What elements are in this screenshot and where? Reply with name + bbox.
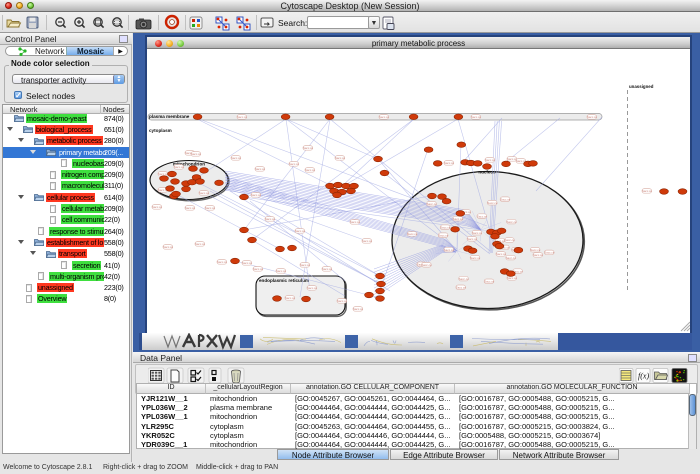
svg-text:Sacc.ce: Sacc.ce bbox=[353, 307, 363, 311]
svg-text:Sacc.ce: Sacc.ce bbox=[507, 220, 517, 224]
svg-text:Sacc.ce: Sacc.ce bbox=[533, 253, 543, 257]
svg-text:Sacc.ce: Sacc.ce bbox=[440, 225, 450, 229]
svg-text:f(x): f(x) bbox=[638, 372, 649, 381]
svg-text:Sacc.ce: Sacc.ce bbox=[295, 229, 305, 233]
svg-text:Sacc.ce: Sacc.ce bbox=[456, 286, 466, 290]
svg-text:Sacc.ce: Sacc.ce bbox=[305, 168, 315, 172]
svg-text:endoplasmic reticulum: endoplasmic reticulum bbox=[259, 278, 309, 283]
svg-text:Sacc.ce: Sacc.ce bbox=[195, 242, 205, 246]
svg-text:Sacc.ce: Sacc.ce bbox=[276, 269, 286, 273]
svg-text:Sacc.ce: Sacc.ce bbox=[152, 205, 162, 209]
svg-text:Sacc.ce: Sacc.ce bbox=[427, 202, 437, 206]
svg-text:Sacc.ce: Sacc.ce bbox=[185, 206, 195, 210]
svg-text:Sacc.ce: Sacc.ce bbox=[505, 238, 515, 242]
svg-text:Sacc.ce: Sacc.ce bbox=[191, 152, 201, 156]
svg-text:cytoplasm: cytoplasm bbox=[149, 128, 172, 133]
svg-text:Sacc.ce: Sacc.ce bbox=[407, 232, 417, 236]
svg-text:Sacc.ce: Sacc.ce bbox=[507, 276, 517, 280]
svg-text:Sacc.ce: Sacc.ce bbox=[300, 263, 310, 267]
svg-text:Sacc.ce: Sacc.ce bbox=[217, 260, 227, 264]
svg-text:Sacc.ce: Sacc.ce bbox=[335, 156, 345, 160]
svg-text:Sacc.ce: Sacc.ce bbox=[289, 162, 299, 166]
svg-text:Sacc.ce: Sacc.ce bbox=[303, 146, 313, 150]
svg-text:Sacc.ce: Sacc.ce bbox=[471, 115, 481, 119]
svg-text:Sacc.ce: Sacc.ce bbox=[205, 206, 215, 210]
svg-text:Sacc.ce: Sacc.ce bbox=[506, 256, 516, 260]
svg-text:Sacc.ce: Sacc.ce bbox=[438, 233, 448, 237]
svg-text:Sacc.ce: Sacc.ce bbox=[642, 189, 652, 193]
svg-text:Sacc.ce: Sacc.ce bbox=[487, 201, 497, 205]
svg-text:Sacc.ce: Sacc.ce bbox=[242, 261, 252, 265]
svg-text:Sacc.ce: Sacc.ce bbox=[472, 231, 482, 235]
svg-text:Sacc.ce: Sacc.ce bbox=[459, 277, 469, 281]
svg-text:Sacc.ce: Sacc.ce bbox=[444, 161, 454, 165]
svg-text:unassigned: unassigned bbox=[629, 84, 654, 89]
svg-text:Sacc.ce: Sacc.ce bbox=[163, 245, 173, 249]
svg-text:Sacc.ce: Sacc.ce bbox=[322, 267, 332, 271]
svg-text:Sacc.ce: Sacc.ce bbox=[496, 252, 506, 256]
svg-text:Sacc.ce: Sacc.ce bbox=[231, 156, 241, 160]
svg-text:Sacc.ce: Sacc.ce bbox=[337, 299, 347, 303]
svg-text:Sacc.ce: Sacc.ce bbox=[255, 167, 265, 171]
svg-text:Sacc.ce: Sacc.ce bbox=[422, 263, 432, 267]
svg-text:Sacc.ce: Sacc.ce bbox=[485, 158, 495, 162]
svg-text:Sacc.ce: Sacc.ce bbox=[477, 214, 487, 218]
svg-text:Sacc.ce: Sacc.ce bbox=[253, 267, 263, 271]
svg-text:Sacc.ce: Sacc.ce bbox=[467, 237, 477, 241]
svg-text:Sacc.ce: Sacc.ce bbox=[237, 115, 247, 119]
svg-text:Sacc.ce: Sacc.ce bbox=[199, 191, 209, 195]
svg-text:Sacc.ce: Sacc.ce bbox=[265, 217, 275, 221]
svg-text:Sacc.ce: Sacc.ce bbox=[544, 251, 554, 255]
svg-text:Sacc.ce: Sacc.ce bbox=[362, 239, 372, 243]
svg-text:Sacc.ce: Sacc.ce bbox=[500, 197, 510, 201]
svg-text:Sacc.ce: Sacc.ce bbox=[484, 280, 494, 284]
svg-text:Sacc.ce: Sacc.ce bbox=[350, 220, 360, 224]
svg-text:Sacc.ce: Sacc.ce bbox=[251, 193, 261, 197]
svg-text:Sacc.ce: Sacc.ce bbox=[307, 286, 317, 290]
svg-text:Sacc.ce: Sacc.ce bbox=[470, 256, 480, 260]
svg-text:nucleus: nucleus bbox=[478, 170, 496, 175]
svg-text:Sacc.ce: Sacc.ce bbox=[285, 296, 295, 300]
svg-text:Sacc.ce: Sacc.ce bbox=[174, 165, 184, 169]
svg-text:Sacc.ce: Sacc.ce bbox=[444, 248, 454, 252]
svg-text:Sacc.ce: Sacc.ce bbox=[453, 217, 463, 221]
svg-text:Sacc.ce: Sacc.ce bbox=[530, 248, 540, 252]
svg-text:Sacc.ce: Sacc.ce bbox=[587, 115, 597, 119]
svg-text:Sacc.ce: Sacc.ce bbox=[379, 115, 389, 119]
svg-text:plasma membrane: plasma membrane bbox=[149, 114, 190, 119]
